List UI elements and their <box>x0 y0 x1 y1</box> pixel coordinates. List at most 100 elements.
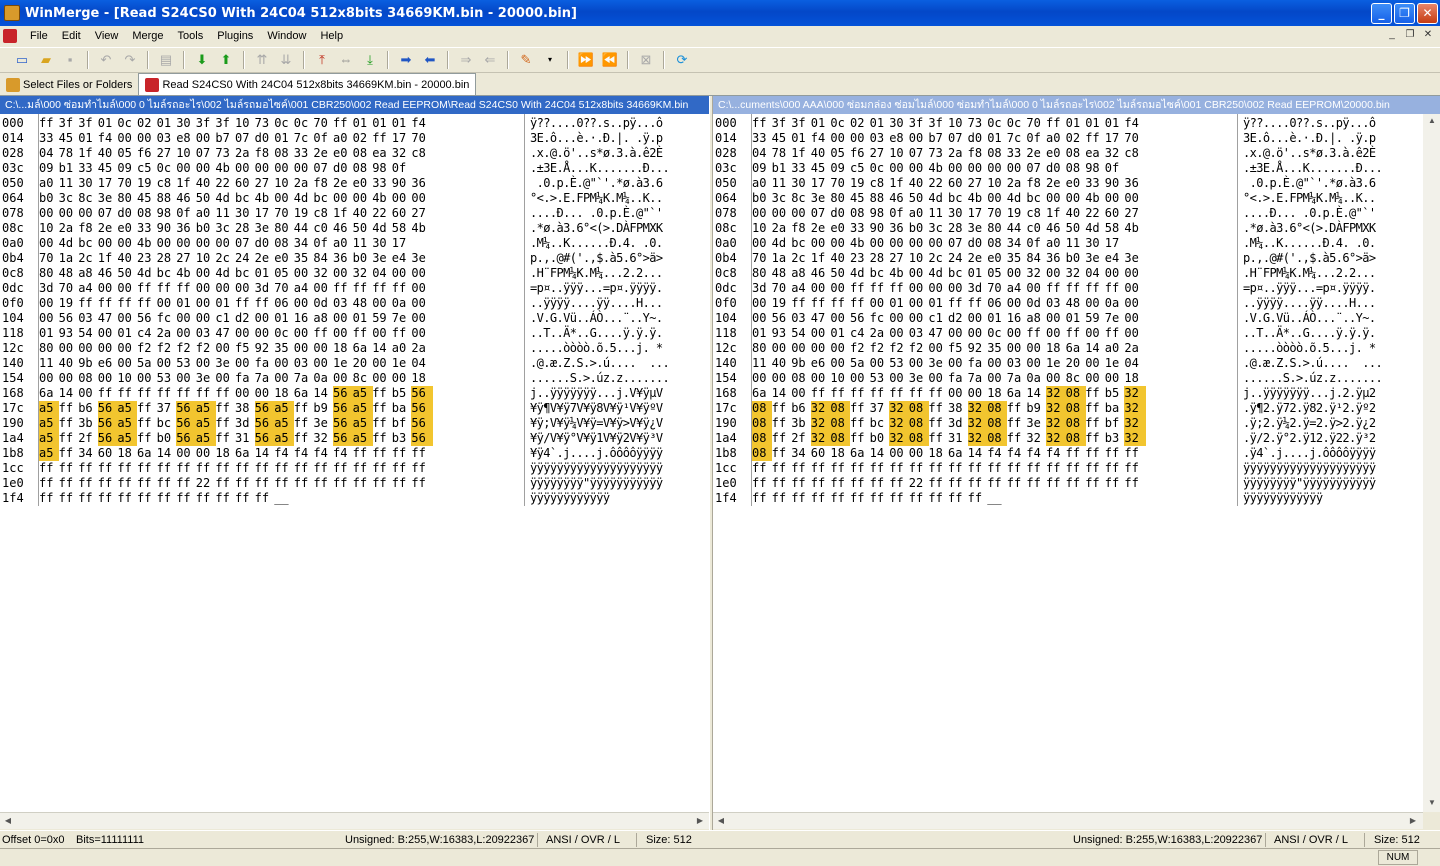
diff-byte[interactable]: 08 <box>908 401 929 416</box>
hex-byte[interactable]: 08 <box>353 146 373 161</box>
hex-byte[interactable]: 10 <box>752 221 772 236</box>
hex-byte[interactable]: 2c <box>928 251 948 266</box>
hex-byte[interactable]: ff <box>1026 461 1046 476</box>
hex-byte[interactable]: ff <box>772 491 792 506</box>
hex-byte[interactable]: 2a <box>1007 176 1027 191</box>
hex-byte[interactable]: 0d <box>313 296 333 311</box>
hex-byte[interactable]: 48 <box>772 266 792 281</box>
hex-byte[interactable]: 27 <box>1124 206 1146 221</box>
hex-byte[interactable]: 44 <box>1007 221 1027 236</box>
hex-byte[interactable]: ff <box>157 386 177 401</box>
hex-byte[interactable]: 3e <box>313 416 333 431</box>
hex-byte[interactable]: 00 <box>830 311 850 326</box>
hex-byte[interactable]: 70 <box>411 131 433 146</box>
ascii-text[interactable]: .M¼..K......Ð.4. .0. <box>1243 236 1376 251</box>
hex-byte[interactable]: a0 <box>752 176 772 191</box>
menu-view[interactable]: View <box>88 26 126 46</box>
hex-byte[interactable]: 50 <box>830 266 850 281</box>
hex-byte[interactable]: f2 <box>870 341 890 356</box>
hex-byte[interactable]: 80 <box>987 221 1007 236</box>
hex-byte[interactable]: 04 <box>39 146 59 161</box>
hex-byte[interactable]: d0 <box>830 206 850 221</box>
hex-byte[interactable]: ff <box>392 476 412 491</box>
hex-byte[interactable]: 03 <box>78 311 98 326</box>
hex-byte[interactable]: 00 <box>59 371 79 386</box>
hex-byte[interactable]: 22 <box>372 206 392 221</box>
hex-byte[interactable]: 31 <box>235 431 255 446</box>
hex-byte[interactable]: 54 <box>791 326 811 341</box>
hex-byte[interactable]: 0f <box>1026 131 1046 146</box>
hex-byte[interactable]: 84 <box>313 251 333 266</box>
hex-byte[interactable]: 00 <box>137 371 157 386</box>
hex-byte[interactable]: 34 <box>294 236 314 251</box>
hex-byte[interactable]: b7 <box>928 131 948 146</box>
hex-row[interactable]: 1a4 08 ff 2f 32 08 ff b0 32 08 ff 31 32 08 ff 32 32 08 ff b… <box>713 431 1413 446</box>
hex-byte[interactable]: bc <box>235 266 255 281</box>
hex-byte[interactable]: 3f <box>909 116 929 131</box>
hex-byte[interactable]: bc <box>791 236 811 251</box>
hex-byte[interactable]: 93 <box>59 326 79 341</box>
hex-row[interactable]: 08c 10 2a f8 2e e0 33 90 36 b0 3c 28 3e 80 44 c0 46 50 4d 5… <box>0 221 700 236</box>
hex-byte[interactable]: 70 <box>274 281 294 296</box>
hex-byte[interactable]: ff <box>791 461 811 476</box>
hex-byte[interactable]: ff <box>215 401 235 416</box>
hex-byte[interactable]: ff <box>772 476 792 491</box>
hex-byte[interactable]: 7a <box>1007 371 1027 386</box>
hex-byte[interactable]: 01 <box>1066 116 1086 131</box>
hex-byte[interactable]: 33 <box>791 161 811 176</box>
hex-byte[interactable]: 08 <box>791 371 811 386</box>
hex-byte[interactable]: fc <box>157 311 177 326</box>
hex-byte[interactable]: 18 <box>1124 371 1146 386</box>
hex-row[interactable]: 1f4 ff ff ff ff ff ff ff ff ff ff ff ff __ ÿÿÿÿÿÿÿÿÿÿÿ… <box>0 491 700 506</box>
hex-byte[interactable]: b0 <box>39 191 59 206</box>
hex-byte[interactable]: f4 <box>1124 116 1146 131</box>
hex-byte[interactable]: ff <box>870 461 890 476</box>
hex-byte[interactable]: 6a <box>353 341 373 356</box>
hex-row[interactable]: 190 a5 ff 3b 56 a5 ff bc 56 a5 ff 3d 56 a5 ff 3e 56 a5 ff b… <box>0 416 700 431</box>
hex-row[interactable]: 1a4 a5 ff 2f 56 a5 ff b0 56 a5 ff 31 56 a5 ff 32 56 a5 ff b… <box>0 431 700 446</box>
hex-byte[interactable]: 40 <box>196 176 216 191</box>
hex-byte[interactable]: 0a <box>313 371 333 386</box>
hex-byte[interactable]: 56 <box>772 311 792 326</box>
diff-byte[interactable]: 56 <box>411 416 434 431</box>
hex-byte[interactable]: 3c <box>928 221 948 236</box>
hex-byte[interactable]: 59 <box>372 311 392 326</box>
hex-byte[interactable]: 3e <box>928 356 948 371</box>
ascii-text[interactable]: j..ÿÿÿÿÿÿÿ...j.V¥ÿµV <box>530 386 663 401</box>
hex-row[interactable]: 064 b0 3c 8c 3e 80 45 88 46 50 4d bc 4b 00 4d bc 00 00 4b 0… <box>0 191 700 206</box>
hex-byte[interactable]: ff <box>1105 446 1125 461</box>
hex-byte[interactable]: 93 <box>772 326 792 341</box>
hex-byte[interactable]: 00 <box>196 236 216 251</box>
diff-byte[interactable]: a5 <box>195 416 216 431</box>
copy-all-right-icon[interactable]: ⏩ <box>576 50 596 70</box>
hex-byte[interactable]: ff <box>1007 401 1027 416</box>
hex-byte[interactable]: b5 <box>1105 386 1125 401</box>
hex-byte[interactable]: 18 <box>215 446 235 461</box>
hex-byte[interactable]: ff <box>1085 446 1105 461</box>
hex-byte[interactable]: 32 <box>392 146 412 161</box>
hex-byte[interactable]: 4b <box>372 191 392 206</box>
hex-byte[interactable]: 1f <box>78 146 98 161</box>
hex-byte[interactable]: 31 <box>948 431 968 446</box>
hex-row[interactable]: 1e0 ff ff ff ff ff ff ff ff 22 ff ff ff ff ff ff ff ff ff f… <box>0 476 700 491</box>
hex-byte[interactable]: 45 <box>772 131 792 146</box>
diff-byte[interactable]: 08 <box>1065 401 1086 416</box>
hex-byte[interactable]: 00 <box>235 386 255 401</box>
hex-byte[interactable]: 6a <box>39 386 59 401</box>
hex-byte[interactable]: 03 <box>1007 356 1027 371</box>
hex-byte[interactable]: 11 <box>215 206 235 221</box>
hex-byte[interactable]: ff <box>928 386 948 401</box>
hex-byte[interactable]: 07 <box>1026 161 1046 176</box>
hex-byte[interactable]: 09 <box>39 161 59 176</box>
hex-byte[interactable]: f5 <box>235 341 255 356</box>
hex-byte[interactable]: 00 <box>1124 311 1146 326</box>
hex-byte[interactable]: 48 <box>59 266 79 281</box>
hex-byte[interactable]: f2 <box>850 341 870 356</box>
diff-byte[interactable]: 08 <box>830 401 851 416</box>
hex-byte[interactable]: 70 <box>752 251 772 266</box>
hex-byte[interactable]: ff <box>1124 476 1146 491</box>
hex-byte[interactable]: 6a <box>294 386 314 401</box>
hex-byte[interactable]: ff <box>39 461 59 476</box>
hex-byte[interactable]: b0 <box>909 221 929 236</box>
hex-byte[interactable]: 00 <box>215 281 235 296</box>
